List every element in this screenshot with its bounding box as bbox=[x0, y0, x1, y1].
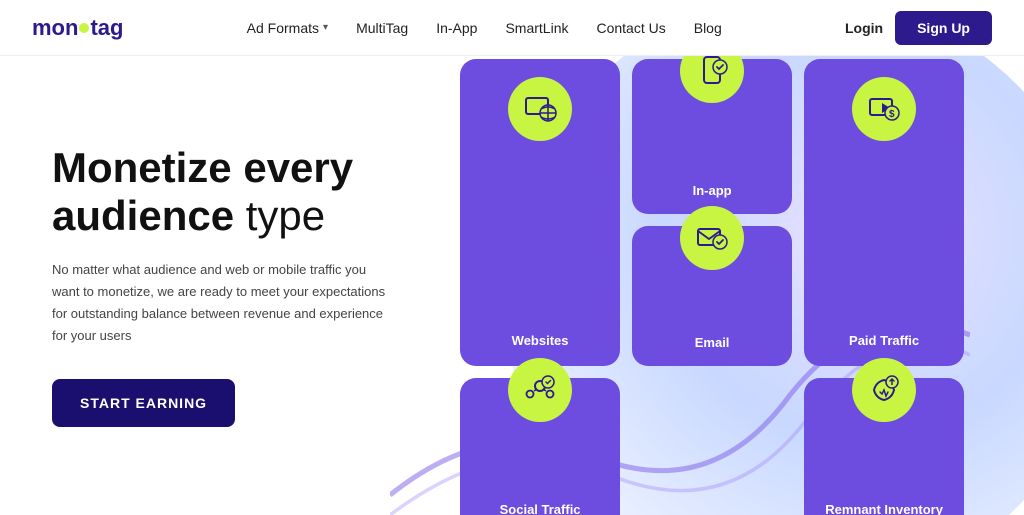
nav-blog[interactable]: Blog bbox=[694, 20, 722, 36]
logo-text-before: mon bbox=[32, 15, 78, 41]
inapp-label: In-app bbox=[693, 183, 732, 198]
card-email[interactable]: Email bbox=[632, 226, 792, 366]
hero-description: No matter what audience and web or mobil… bbox=[52, 259, 392, 347]
card-paid[interactable]: $ Paid Traffic bbox=[804, 59, 964, 366]
paid-icon: $ bbox=[852, 77, 916, 141]
nav-smartlink[interactable]: SmartLink bbox=[505, 20, 568, 36]
logo: montag bbox=[32, 15, 123, 41]
navbar: montag Ad Formats▾ MultiTag In-App Smart… bbox=[0, 0, 1024, 56]
social-icon bbox=[508, 358, 572, 422]
card-social[interactable]: Social Traffic bbox=[460, 378, 620, 515]
hero-title-light: type bbox=[246, 192, 325, 239]
hero-title: Monetize every audience type bbox=[52, 144, 398, 241]
card-inapp[interactable]: In-app bbox=[632, 59, 792, 214]
nav-inapp[interactable]: In-App bbox=[436, 20, 477, 36]
hero-section: Monetize every audience type No matter w… bbox=[0, 56, 1024, 515]
hero-title-bold: audience bbox=[52, 192, 234, 239]
cards-grid: Websites In-app bbox=[460, 76, 1024, 515]
card-remnant[interactable]: Remnant Inventory bbox=[804, 378, 964, 515]
nav-contact[interactable]: Contact Us bbox=[596, 20, 665, 36]
hero-left: Monetize every audience type No matter w… bbox=[0, 56, 430, 515]
signup-button[interactable]: Sign Up bbox=[895, 11, 992, 45]
inapp-icon bbox=[680, 56, 744, 103]
logo-text-after: tag bbox=[90, 15, 123, 41]
remnant-icon bbox=[852, 358, 916, 422]
email-icon bbox=[680, 206, 744, 270]
nav-multitag[interactable]: MultiTag bbox=[356, 20, 408, 36]
websites-icon bbox=[508, 77, 572, 141]
nav-links: Ad Formats▾ MultiTag In-App SmartLink Co… bbox=[247, 20, 722, 36]
remnant-label: Remnant Inventory bbox=[825, 502, 943, 515]
websites-label: Websites bbox=[512, 333, 569, 348]
nav-ad-formats[interactable]: Ad Formats▾ bbox=[247, 20, 328, 36]
social-label: Social Traffic bbox=[500, 502, 581, 515]
card-websites[interactable]: Websites bbox=[460, 59, 620, 366]
hero-right: Websites In-app bbox=[430, 56, 1024, 515]
logo-dot bbox=[79, 23, 89, 33]
email-label: Email bbox=[695, 335, 730, 350]
paid-label: Paid Traffic bbox=[849, 333, 919, 348]
login-button[interactable]: Login bbox=[845, 20, 883, 36]
nav-auth: Login Sign Up bbox=[845, 11, 992, 45]
svg-text:$: $ bbox=[889, 109, 895, 120]
start-earning-button[interactable]: START EARNING bbox=[52, 379, 235, 427]
chevron-down-icon: ▾ bbox=[323, 22, 328, 33]
